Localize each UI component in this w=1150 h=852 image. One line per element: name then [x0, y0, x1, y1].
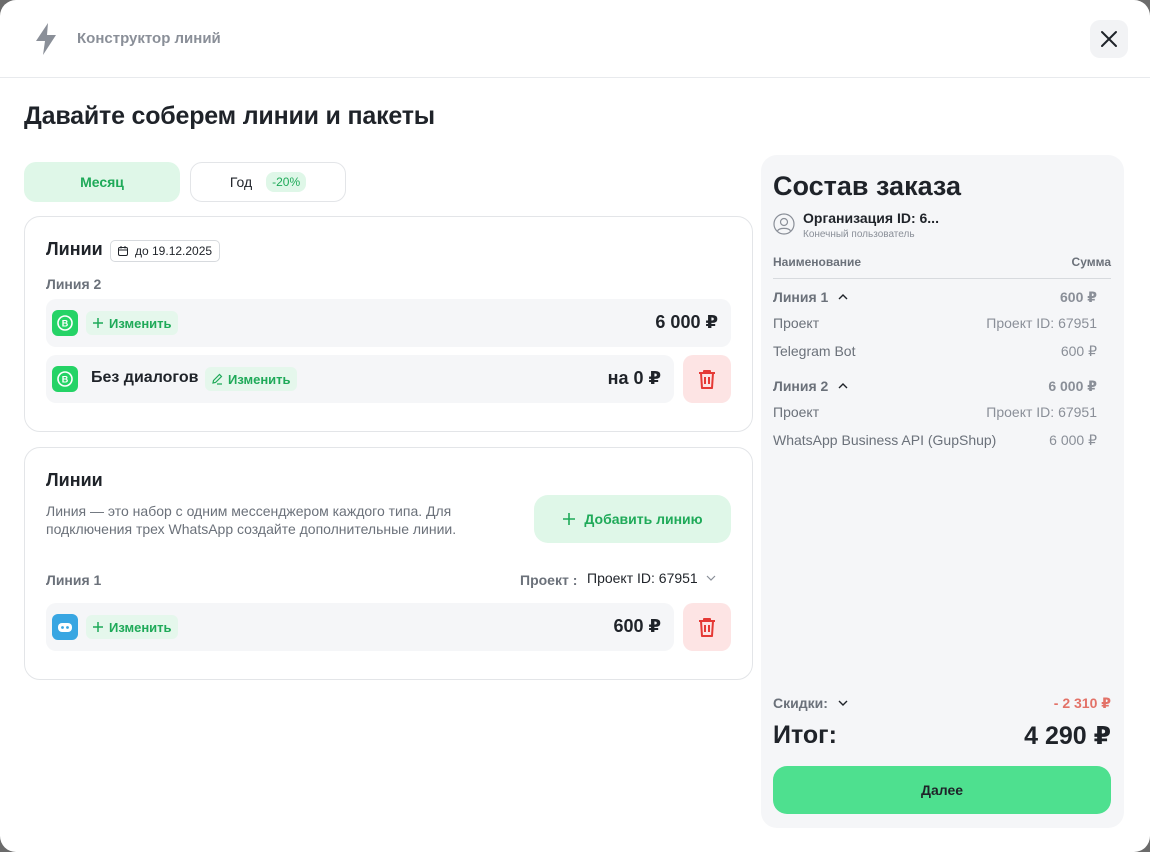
plus-icon	[93, 622, 103, 632]
page-title: Давайте соберем линии и пакеты	[24, 102, 435, 130]
total-label: Итог:	[773, 721, 837, 749]
bolt-icon	[36, 23, 56, 55]
delete-line-button[interactable]	[683, 603, 731, 651]
card-title: Линии	[46, 239, 103, 259]
line-label: Линия 1	[46, 572, 102, 588]
chevron-up-icon	[838, 383, 848, 389]
delete-package-button[interactable]	[683, 355, 731, 403]
line-row-package: B Без диалогов Изменить на 0 ₽	[46, 355, 674, 403]
svg-text:B: B	[62, 319, 69, 329]
whatsapp-business-icon: B	[52, 310, 78, 336]
summary-item: Проект Проект ID: 67951	[773, 404, 1097, 424]
change-package-button[interactable]: Изменить	[205, 367, 297, 391]
trash-icon	[699, 618, 715, 637]
period-month-tab[interactable]: Месяц	[24, 162, 180, 202]
item-value: 6 000 ₽	[1049, 432, 1097, 448]
add-line-label: Добавить линию	[584, 511, 703, 527]
until-date-text: до 19.12.2025	[135, 244, 213, 258]
change-label: Изменить	[109, 619, 172, 635]
summary-group-line-2[interactable]: Линия 2 6 000 ₽	[773, 378, 1097, 398]
item-label: Telegram Bot	[773, 343, 856, 359]
calendar-icon	[118, 246, 128, 256]
total-row: Итог: 4 290 ₽	[773, 721, 1111, 753]
chevron-down-icon	[838, 700, 848, 706]
user-icon	[773, 213, 795, 235]
change-messenger-button[interactable]: Изменить	[86, 615, 178, 639]
year-discount-badge: -20%	[266, 172, 307, 192]
next-button[interactable]: Далее	[773, 766, 1111, 814]
period-year-label: Год	[229, 174, 253, 190]
table-divider	[773, 278, 1111, 279]
change-label: Изменить	[109, 315, 172, 331]
pencil-icon	[212, 373, 223, 385]
item-label: WhatsApp Business API (GupShup)	[773, 432, 997, 448]
trash-icon	[699, 370, 715, 389]
until-date-badge: до 19.12.2025	[110, 240, 221, 262]
line-label: Линия 2	[46, 276, 102, 292]
telegram-bot-icon	[52, 614, 78, 640]
project-value: Проект ID: 67951	[587, 570, 698, 586]
discounts-label: Скидки:	[773, 695, 828, 711]
line-row-messenger: B Изменить 6 000 ₽	[46, 299, 731, 347]
lines-description: Линия — это набор с одним мессенджером к…	[46, 503, 457, 537]
modal-header: Конструктор линий	[0, 0, 1150, 78]
summary-item: Telegram Bot 600 ₽	[773, 343, 1097, 363]
column-sum-header: Сумма	[1071, 255, 1111, 269]
group-name: Линия 1	[773, 289, 829, 305]
plus-icon	[93, 318, 103, 328]
new-lines-card: Линии Линия — это набор с одним мессендж…	[24, 447, 753, 680]
group-amount: 600 ₽	[1060, 289, 1097, 305]
total-value: 4 290 ₽	[1024, 722, 1111, 750]
period-year-tab[interactable]: Год -20%	[190, 162, 346, 202]
column-name-header: Наименование	[773, 255, 862, 269]
group-name: Линия 2	[773, 378, 829, 394]
item-value: 600 ₽	[1060, 343, 1097, 359]
svg-text:B: B	[62, 375, 69, 385]
add-line-button[interactable]: Добавить линию	[534, 495, 731, 543]
discounts-value: - 2 310 ₽	[1053, 695, 1111, 711]
summary-item: WhatsApp Business API (GupShup) 6 000 ₽	[773, 432, 1097, 452]
existing-lines-card: Линии до 19.12.2025 Линия 2 B Изменить 6…	[24, 216, 753, 432]
whatsapp-business-icon: B	[52, 366, 78, 392]
project-select[interactable]: Проект ID: 67951	[587, 570, 716, 586]
organization-role: Конечный пользователь	[803, 229, 915, 240]
modal-title: Конструктор линий	[77, 30, 221, 47]
line-builder-modal: Конструктор линий Давайте соберем линии …	[0, 0, 1150, 852]
chevron-down-icon	[706, 575, 716, 581]
next-label: Далее	[920, 782, 964, 798]
change-label: Изменить	[228, 371, 291, 387]
line-price: 6 000 ₽	[655, 312, 718, 332]
summary-title: Состав заказа	[773, 171, 962, 201]
item-value: Проект ID: 67951	[986, 404, 1097, 420]
plus-icon	[563, 513, 576, 525]
item-value: Проект ID: 67951	[986, 315, 1097, 331]
item-label: Проект	[773, 315, 820, 331]
discounts-row: Скидки: - 2 310 ₽	[773, 695, 1111, 715]
package-name: Без диалогов	[91, 369, 199, 386]
chevron-up-icon	[838, 294, 848, 300]
close-button[interactable]	[1090, 20, 1128, 58]
organization-name: Организация ID: 6...	[803, 210, 939, 226]
group-amount: 6 000 ₽	[1048, 378, 1097, 394]
summary-group-line-1[interactable]: Линия 1 600 ₽	[773, 289, 1097, 309]
summary-item: Проект Проект ID: 67951	[773, 315, 1097, 335]
change-messenger-button[interactable]: Изменить	[86, 311, 178, 335]
line-price: 600 ₽	[613, 616, 661, 636]
item-label: Проект	[773, 404, 820, 420]
discounts-toggle[interactable]: Скидки:	[773, 695, 848, 711]
project-label: Проект :	[520, 572, 578, 588]
close-icon	[1101, 31, 1117, 47]
period-month-label: Месяц	[80, 174, 124, 190]
order-summary-panel: Состав заказа Организация ID: 6... Конеч…	[761, 155, 1124, 828]
line-row-messenger: Изменить 600 ₽	[46, 603, 674, 651]
package-price: на 0 ₽	[607, 368, 661, 388]
card-title: Линии	[46, 470, 103, 490]
